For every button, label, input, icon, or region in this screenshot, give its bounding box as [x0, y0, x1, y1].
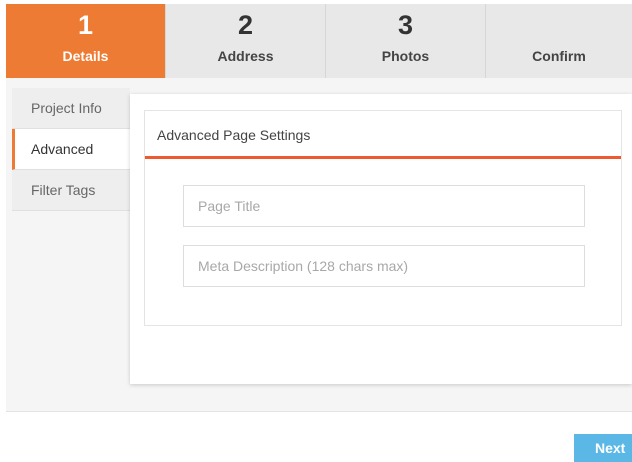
sidebar-item-project-info[interactable]: Project Info	[12, 88, 130, 129]
page-title-input[interactable]	[183, 185, 585, 227]
sidebar-item-filter-tags[interactable]: Filter Tags	[12, 170, 130, 211]
section-title: Advanced Page Settings	[145, 111, 621, 159]
sidebar-item-advanced[interactable]: Advanced	[12, 129, 130, 170]
step-confirm[interactable]: Confirm	[486, 4, 632, 78]
step-label: Address	[217, 48, 274, 64]
step-details[interactable]: 1 Details	[6, 4, 166, 78]
step-number: 3	[397, 10, 414, 40]
meta-description-input[interactable]	[183, 245, 585, 287]
settings-card: Advanced Page Settings	[130, 94, 632, 384]
settings-section: Advanced Page Settings	[144, 110, 622, 326]
step-label: Confirm	[532, 48, 586, 64]
step-number: 1	[77, 10, 94, 40]
step-label: Photos	[381, 48, 430, 64]
step-address[interactable]: 2 Address	[166, 4, 326, 78]
wizard-steps: 1 Details 2 Address 3 Photos Confirm	[6, 4, 632, 78]
step-label: Details	[62, 48, 109, 64]
step-photos[interactable]: 3 Photos	[326, 4, 486, 78]
sidebar: Project Info Advanced Filter Tags	[12, 88, 130, 211]
step-number: 2	[237, 10, 254, 40]
